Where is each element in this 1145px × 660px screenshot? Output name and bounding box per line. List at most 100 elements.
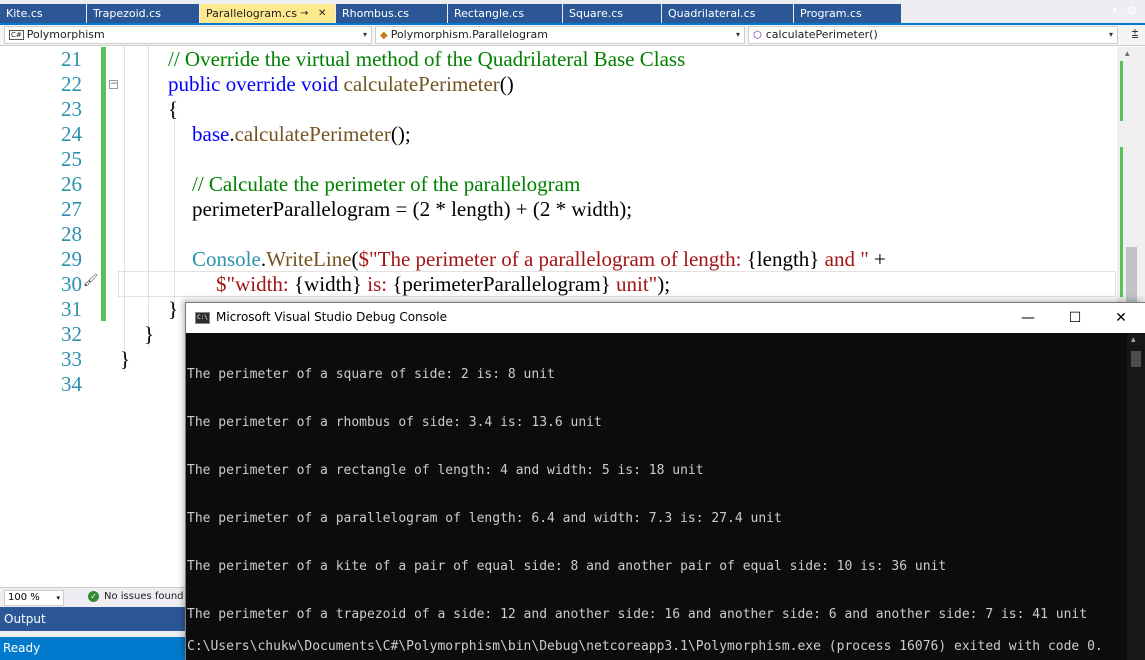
tab-label: Square.cs [569,7,624,20]
console-line: C:\Users\chukw\Documents\C#\Polymorphism… [187,639,1103,654]
tab-label: Kite.cs [6,7,43,20]
tab-rectangle[interactable]: Rectangle.cs [448,4,562,23]
minimize-button[interactable]: — [1005,303,1051,333]
code-line-21: // Override the virtual method of the Qu… [168,47,686,71]
code-interpolation: {length} [746,247,820,271]
scroll-up-icon[interactable]: ▴ [1125,49,1130,59]
code-line-29: Console.WriteLine($"The perimeter of a p… [192,247,886,272]
tab-list-dropdown-icon[interactable]: ▾ [1112,6,1117,16]
tab-label: Trapezoid.cs [93,7,161,20]
console-line: The perimeter of a parallelogram of leng… [187,511,782,526]
code-interpolation: {width} [294,272,362,296]
close-button[interactable]: ✕ [1098,303,1144,333]
code-line-31: } [168,297,179,321]
issues-indicator[interactable]: ✓ No issues found [88,591,184,602]
indent-guide [124,47,125,372]
code-keyword: public override void [168,72,344,96]
pin-icon[interactable]: → [300,4,308,23]
gear-icon[interactable]: ⚙ [1126,4,1137,18]
tab-label: Rhombus.cs [342,7,410,20]
tab-label: Program.cs [800,7,862,20]
check-circle-icon: ✓ [88,591,99,602]
issues-text: No issues found [104,591,184,602]
zoom-level-combo[interactable]: 100 % ▾ [4,590,64,606]
line-number: 31 [61,297,82,321]
code-line-22: public override void calculatePerimeter(… [168,72,514,97]
code-string: unit" [610,272,658,296]
code-punct: ); [657,272,671,296]
line-number: 28 [61,222,82,246]
member-name: calculatePerimeter() [765,28,878,41]
tab-parallelogram[interactable]: Parallelogram.cs → ✕ [200,4,335,23]
line-number: 34 [61,372,82,396]
member-combo[interactable]: ⬡ calculatePerimeter() ▾ [748,26,1118,44]
code-line-30: $"width: {width} is: {perimeterParallelo… [216,272,670,297]
indent-guide [148,47,149,347]
chevron-down-icon: ▾ [735,30,740,39]
line-number: 33 [61,347,82,371]
console-output[interactable]: The perimeter of a square of side: 2 is:… [186,333,1127,660]
line-number: 26 [61,172,82,196]
zoom-level: 100 % [8,592,40,603]
code-punct: () [499,72,514,96]
tab-square[interactable]: Square.cs [563,4,661,23]
maximize-button[interactable]: ☐ [1052,303,1098,333]
code-line-27: perimeterParallelogram = (2 * length) + … [192,197,633,221]
console-line: The perimeter of a trapezoid of a side: … [187,607,1088,622]
code-line-32: } [144,322,155,346]
code-string: and " [819,247,869,271]
code-line-24: base.calculatePerimeter(); [192,122,411,147]
console-line: The perimeter of a rectangle of length: … [187,463,704,478]
type-combo[interactable]: ◆ Polymorphism.Parallelogram ▾ [375,26,745,44]
tab-label: Quadrilateral.cs [668,7,756,20]
code-string: $"The perimeter of a parallelogram of le… [358,247,747,271]
quick-action-brush-icon[interactable]: 🖌 [83,273,98,287]
code-keyword: base [192,122,230,146]
project-name: Polymorphism [26,28,105,41]
console-vertical-scrollbar[interactable]: ▴ [1127,333,1145,660]
collapse-icon[interactable]: − [109,80,118,89]
scrollbar-thumb[interactable] [1126,247,1137,307]
console-line: The perimeter of a square of side: 2 is:… [187,367,555,382]
tab-program[interactable]: Program.cs [794,4,901,23]
type-name: Polymorphism.Parallelogram [390,28,548,41]
code-type: Console [192,247,261,271]
line-number: 25 [61,147,82,171]
code-string: is: [362,272,393,296]
console-line: The perimeter of a rhombus of side: 3.4 … [187,415,602,430]
chevron-down-icon: ▾ [1108,30,1113,39]
console-title-bar[interactable]: C:\ Microsoft Visual Studio Debug Consol… [186,303,1145,333]
scrollbar-thumb[interactable] [1131,351,1141,367]
output-pane: Output [0,607,190,637]
close-icon[interactable]: ✕ [318,4,326,23]
debug-console-window[interactable]: C:\ Microsoft Visual Studio Debug Consol… [185,302,1145,660]
scrollbar-change-marker [1120,147,1123,297]
code-punct: (); [390,122,411,146]
code-punct: + [868,247,886,271]
code-method: calculatePerimeter [234,122,391,146]
tab-rhombus[interactable]: Rhombus.cs [336,4,447,23]
code-line-26: // Calculate the perimeter of the parall… [192,172,581,196]
change-tracking-bar [101,47,106,321]
line-number: 22 [61,72,82,96]
code-string: $"width: [216,272,294,296]
document-tab-strip: Kite.cs Trapezoid.cs Parallelogram.cs → … [0,0,1145,25]
editor-status-strip: 100 % ▾ ✓ No issues found [0,587,190,607]
tab-label: Parallelogram.cs [206,7,298,20]
output-pane-title[interactable]: Output [0,607,190,631]
line-number: 29 [61,247,82,271]
console-app-icon: C:\ [195,312,210,324]
indent-guide [174,107,175,317]
tab-quadrilateral[interactable]: Quadrilateral.cs [662,4,793,23]
scroll-up-icon[interactable]: ▴ [1131,335,1136,345]
project-combo[interactable]: C# Polymorphism ▾ [4,26,372,44]
line-number: 23 [61,97,82,121]
console-title: Microsoft Visual Studio Debug Console [216,310,448,324]
code-method: calculatePerimeter [343,72,500,96]
tab-trapezoid[interactable]: Trapezoid.cs [87,4,199,23]
line-number: 27 [61,197,82,221]
status-text: Ready [3,641,41,655]
split-window-icon[interactable]: ⩲ [1127,27,1143,43]
tab-kite[interactable]: Kite.cs [0,4,86,23]
scrollbar-change-marker [1120,61,1123,121]
